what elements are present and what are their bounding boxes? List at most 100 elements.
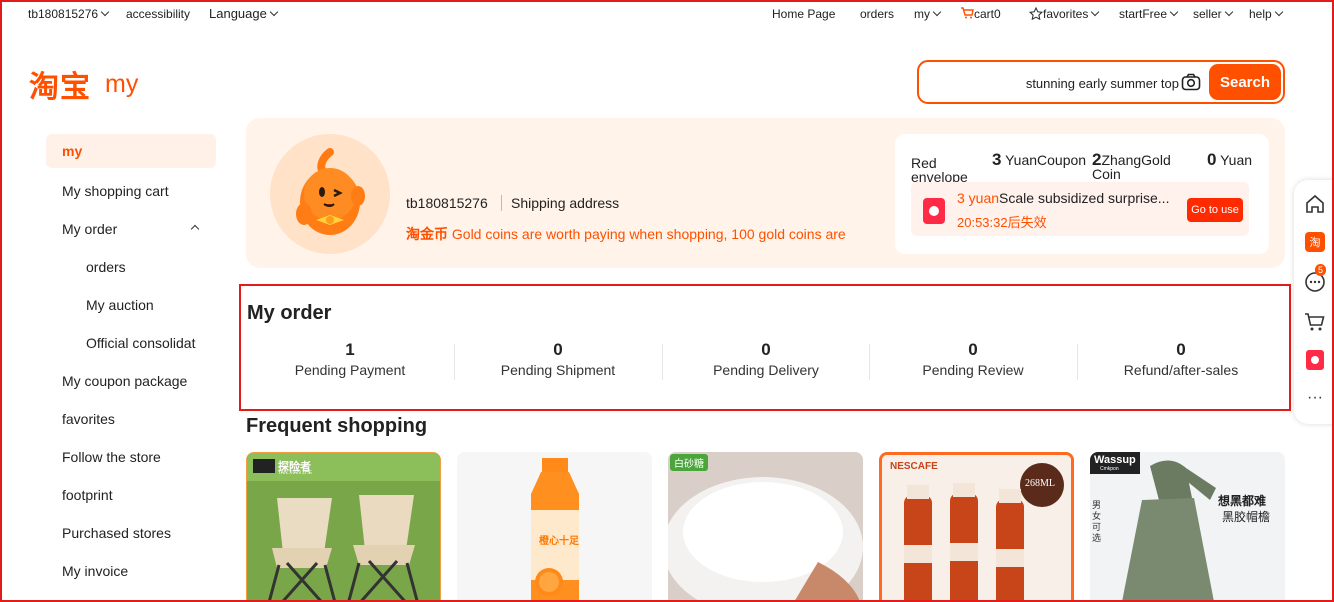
cart-label: cart: [974, 7, 995, 21]
sidebar-item-footprint[interactable]: footprint: [46, 476, 216, 514]
product-card-orange-juice[interactable]: 橙心十足: [457, 452, 652, 600]
product-card-sun-jacket[interactable]: Wassup Cmkpon 想黑都难 黑胶帽檐 男女可选: [1090, 452, 1285, 600]
more-icon[interactable]: ···: [1303, 388, 1327, 412]
profile-card: tb180815276 Shipping address 淘金币 Gold co…: [246, 118, 1285, 268]
product-card-white-sugar[interactable]: 白砂糖: [668, 452, 863, 600]
sidebar-item-my[interactable]: my: [46, 134, 216, 168]
assets-panel: Red envelope 3 YuanCoupon 2ZhangGold Coi…: [895, 134, 1269, 254]
order-status-pending-payment[interactable]: 1 Pending Payment: [250, 340, 450, 378]
search-input[interactable]: [929, 72, 1179, 94]
messages-button[interactable]: 5: [1303, 264, 1327, 294]
help-menu[interactable]: help: [1249, 7, 1283, 21]
order-count: 0: [1176, 340, 1186, 359]
sidebar-item-my-order[interactable]: My order: [46, 210, 216, 248]
yuan-value: 0: [1207, 150, 1217, 169]
go-to-use-button[interactable]: Go to use: [1187, 198, 1243, 222]
order-status-pending-delivery[interactable]: 0 Pending Delivery: [666, 340, 866, 378]
taobao-icon[interactable]: 淘: [1303, 230, 1327, 254]
camera-search-icon[interactable]: [1181, 73, 1201, 91]
chevron-down-icon: [1091, 7, 1100, 17]
section-title: My order: [247, 302, 332, 324]
accessibility-link[interactable]: accessibility: [126, 7, 190, 21]
product-brand: NESCAFE: [890, 461, 938, 472]
language-label: Language: [209, 6, 267, 21]
red-envelope-label[interactable]: Red envelope: [911, 156, 975, 184]
product-brand: Wassup: [1094, 454, 1136, 466]
sidebar-item-favorites[interactable]: favorites: [46, 400, 216, 438]
my-menu[interactable]: my: [914, 7, 942, 21]
order-status-pending-review[interactable]: 0 Pending Review: [873, 340, 1073, 378]
product-tag: 白砂糖: [670, 454, 708, 471]
sidebar-item-purchased-stores[interactable]: Purchased stores: [46, 514, 216, 552]
coupon-amount: 3 yuan: [957, 190, 1000, 206]
order-status-label: Refund/after-sales: [1123, 362, 1239, 378]
home-page-link[interactable]: Home Page: [772, 7, 835, 21]
coupon-icon: [923, 198, 945, 224]
chevron-down-icon: [269, 7, 279, 17]
chevron-down-icon: [1224, 7, 1233, 17]
product-brand-sub: Cmkpon: [1100, 466, 1119, 472]
help-label: help: [1249, 7, 1272, 21]
favorites-menu[interactable]: favorites: [1028, 6, 1100, 21]
username-label: tb180815276: [28, 7, 99, 21]
coupon-unit: YuanCoupon: [1005, 152, 1087, 168]
product-brand-sub: TAN XIAN ZHE: [278, 470, 313, 476]
chevron-down-icon: [1274, 7, 1283, 17]
cart-count: 0: [994, 7, 1001, 21]
home-icon[interactable]: [1303, 192, 1327, 216]
order-status-refund[interactable]: 0 Refund/after-sales: [1081, 340, 1281, 378]
coupon-promo[interactable]: 3 yuanScale subsidized surprise... 20:53…: [911, 182, 1249, 236]
mascot-avatar-image: [270, 134, 390, 254]
sidebar-nav: my My shopping cart My order orders My a…: [46, 134, 216, 590]
sidebar-item-my-invoice[interactable]: My invoice: [46, 552, 216, 590]
cart-icon[interactable]: [1303, 310, 1327, 334]
star-icon: [1028, 6, 1044, 21]
gold-coin-stat[interactable]: 2ZhangGold Coin: [1092, 153, 1186, 185]
shipping-address-link[interactable]: Shipping address: [511, 195, 619, 211]
start-free-menu[interactable]: startFree: [1119, 7, 1179, 21]
gold-coin-brand: 淘金币: [406, 226, 448, 242]
order-status-label: Pending Shipment: [500, 362, 616, 378]
seller-label: seller: [1193, 7, 1222, 21]
product-card-camping-chairs[interactable]: 探险者 TAN XIAN ZHE: [246, 452, 441, 600]
language-menu[interactable]: Language: [209, 6, 279, 21]
order-status-pending-shipment[interactable]: 0 Pending Shipment: [458, 340, 658, 378]
order-count: 1: [345, 340, 355, 359]
top-nav-bar: tb180815276 accessibility Language Home …: [2, 2, 1332, 28]
sidebar-item-shopping-cart[interactable]: My shopping cart: [46, 172, 216, 210]
svg-text:淘: 淘: [1310, 236, 1321, 249]
yuan-stat[interactable]: 0 Yuan: [1207, 150, 1253, 169]
search-button[interactable]: Search: [1209, 64, 1281, 100]
sidebar-item-orders[interactable]: orders: [46, 248, 216, 286]
favorites-label: favorites: [1043, 7, 1089, 21]
product-card-nescafe[interactable]: NESCAFE 268ML: [879, 452, 1074, 600]
profile-username: tb180815276: [406, 195, 488, 211]
red-packet-icon[interactable]: [1303, 348, 1327, 372]
product-badge: 268ML: [1025, 478, 1055, 489]
avatar[interactable]: [270, 134, 390, 254]
orders-link[interactable]: orders: [860, 7, 894, 21]
gold-coin-banner[interactable]: 淘金币 Gold coins are worth paying when sho…: [406, 224, 881, 244]
seller-menu[interactable]: seller: [1193, 7, 1233, 21]
divider: [501, 195, 502, 211]
sun-jacket-image: [1090, 452, 1285, 600]
cart-link[interactable]: cart0: [960, 7, 1001, 21]
divider: [662, 344, 663, 380]
coupon-description: Scale subsidized surprise...: [999, 190, 1170, 206]
coupon-stat[interactable]: 3 YuanCoupon: [992, 151, 1087, 168]
sidebar-item-follow-store[interactable]: Follow the store: [46, 438, 216, 476]
product-promo-line1: 想黑都难: [1218, 494, 1267, 508]
sidebar-item-coupon-package[interactable]: My coupon package: [46, 362, 216, 400]
taobao-logo[interactable]: 淘宝 my: [29, 62, 138, 106]
sidebar-item-my-auction[interactable]: My auction: [46, 286, 216, 324]
sidebar-item-official-consolidation[interactable]: Official consolidat: [46, 324, 216, 362]
start-free-label: startFree: [1119, 7, 1168, 21]
chevron-down-icon: [932, 7, 942, 17]
yuan-unit: Yuan: [1220, 152, 1253, 168]
white-sugar-image: [668, 452, 863, 600]
logo-section-label: my: [105, 69, 139, 98]
product-promo-line2: 黑胶帽檐: [1222, 510, 1271, 524]
username-menu[interactable]: tb180815276: [28, 7, 110, 21]
my-order-section: My order 1 Pending Payment 0 Pending Shipm…: [239, 284, 1291, 411]
camping-chairs-image: [247, 453, 440, 600]
